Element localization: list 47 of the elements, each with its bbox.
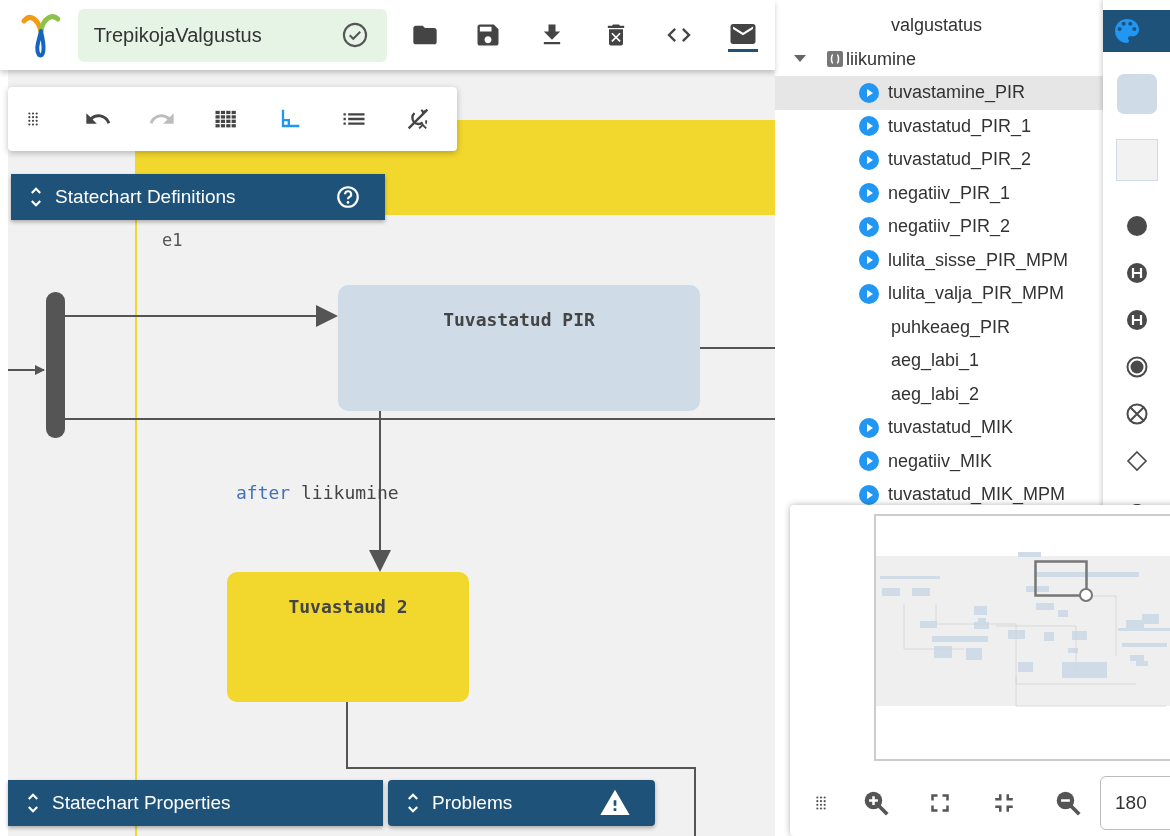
event-item[interactable]: lulita_valja_PIR_MPM (888, 283, 1065, 305)
history-icon[interactable] (1125, 261, 1148, 284)
event-item[interactable]: negatiiv_MIK (888, 450, 993, 472)
title-field[interactable]: TrepikojaValgustus (77, 8, 387, 62)
play-icon (859, 283, 879, 304)
variable-item[interactable]: valgustatus (891, 15, 983, 37)
region-swatch[interactable] (1115, 139, 1158, 181)
event-item[interactable]: negatiiv_PIR_1 (888, 182, 1011, 204)
group-item[interactable]: liikumine (846, 48, 917, 70)
viewport-frame[interactable] (1034, 560, 1094, 604)
state-node[interactable]: Tuvastaud 2 (227, 572, 469, 702)
terminate-icon[interactable] (1125, 402, 1148, 425)
play-icon (859, 451, 879, 472)
logo-icon (20, 11, 62, 59)
event-item[interactable]: tuvastatud_PIR_2 (888, 149, 1032, 171)
caret-icon[interactable] (794, 55, 806, 64)
filled-circle-icon[interactable] (1125, 214, 1148, 237)
history-icon[interactable] (1125, 308, 1148, 331)
variable-item[interactable]: puhkeaeg_PIR (891, 316, 1011, 338)
braces-icon (827, 51, 843, 68)
zoom-field[interactable]: 180 (1100, 776, 1170, 830)
play-icon (859, 250, 879, 271)
state-node[interactable]: Tuvastatud PIR (338, 285, 700, 411)
variable-item[interactable]: aeg_labi_2 (891, 383, 980, 405)
palette-icon[interactable] (1103, 10, 1170, 52)
state-swatch[interactable] (1116, 74, 1157, 114)
help-icon (335, 184, 361, 210)
properties-panel-header[interactable]: Statechart Properties (8, 780, 383, 826)
event-item[interactable]: tuvastatud_PIR_1 (888, 115, 1032, 137)
play-icon (859, 149, 879, 170)
check-icon (340, 21, 369, 49)
event-item[interactable]: lulita_sisse_PIR_MPM (888, 249, 1069, 271)
transition-arrow (8, 365, 45, 375)
problems-panel-header[interactable]: Problems (388, 780, 655, 826)
play-icon (859, 417, 879, 438)
play-icon (859, 216, 879, 237)
play-icon (859, 183, 879, 204)
event-item[interactable]: tuvastatud_MIK (888, 417, 1014, 439)
definitions-panel-header[interactable]: Statechart Definitions (11, 174, 385, 220)
region-label: e1 (162, 230, 183, 250)
diamond-icon[interactable] (1125, 449, 1148, 472)
final-state-icon[interactable] (1125, 355, 1148, 378)
play-icon (859, 116, 879, 137)
event-item[interactable]: tuvastatud_MIK_MPM (888, 484, 1066, 506)
play-icon (859, 82, 879, 103)
event-item[interactable]: negatiiv_PIR_2 (888, 216, 1011, 238)
variable-item[interactable]: aeg_labi_1 (891, 350, 980, 372)
